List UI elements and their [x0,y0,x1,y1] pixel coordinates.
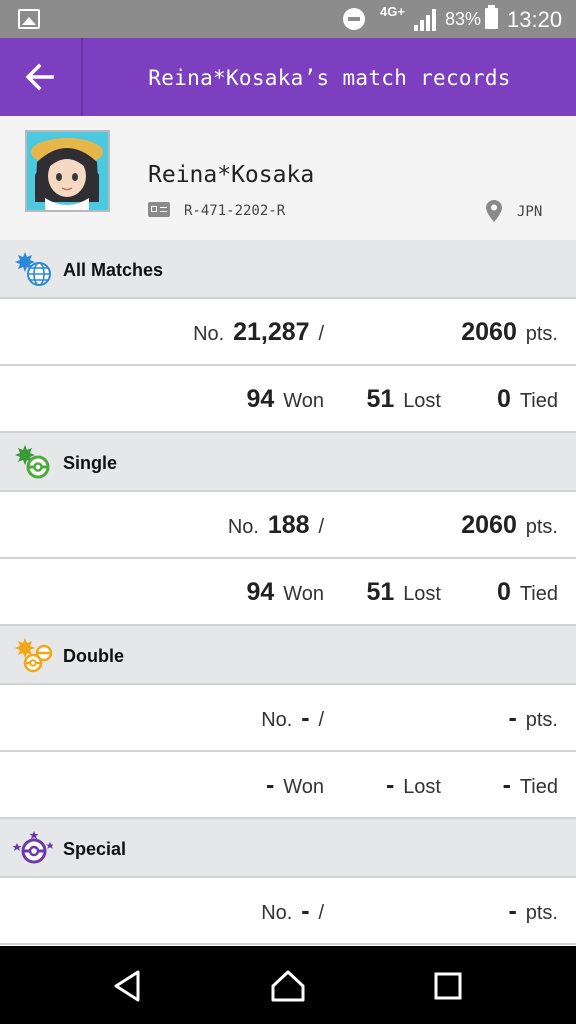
points-cell: - pts. [508,704,558,732]
points-cell: 2060 pts. [461,318,558,346]
won-cell: 94 Won [246,578,324,606]
won-cell: - Won [266,771,324,799]
points-cell: 2060 pts. [461,511,558,539]
rank-row: No. 188 / 2060 pts. [0,492,576,559]
won-value: 94 [246,578,275,606]
points-cell: - pts. [508,897,558,925]
section-special: Special [0,819,576,878]
nav-recents-icon[interactable] [428,966,468,1006]
rank-value: - [301,897,310,925]
signal-icon [414,9,436,31]
title-bar: Reina*Kosaka’s match records [0,38,576,116]
points-value: 2060 [461,511,517,539]
lost-value: 51 [366,385,395,413]
arrow-left-icon [25,63,54,91]
tied-value: 0 [497,385,511,413]
tied-cell: - Tied [502,771,558,799]
rank-value: 21,287 [233,318,310,346]
points-value: - [508,704,517,732]
rank-row: No. - / - pts. [0,878,576,945]
section-double: Double [0,626,576,685]
do-not-disturb-icon [343,8,365,30]
tied-value: 0 [497,578,511,606]
region: JPN [517,204,543,220]
double-battle-icon [15,638,53,673]
rank-cell: No. - / [261,704,324,732]
lost-cell: 51 Lost [366,385,441,413]
won-value: - [266,771,275,799]
match-records-list: All Matches No. 21,287 / 2060 pts. 94 Wo… [0,240,576,945]
section-title: Double [63,646,124,666]
player-name: Reina*Kosaka [148,162,315,188]
rank-cell: No. - / [261,897,324,925]
id-card-icon [148,202,170,217]
results-row: 94 Won 51 Lost 0 Tied [0,559,576,626]
results-row: - Won - Lost - Tied [0,752,576,819]
tied-cell: 0 Tied [497,578,558,606]
single-battle-icon [15,445,50,479]
back-button[interactable] [0,38,80,116]
avatar [25,130,110,212]
rank-row: No. - / - pts. [0,685,576,752]
location-pin-icon [486,200,502,222]
globe-battle-icon [15,252,51,286]
status-bar: 4G+ 83% 13:20 [0,0,576,38]
player-id: R-471-2202-R [184,203,286,219]
battery-percent: 83% [445,9,482,29]
section-title: All Matches [63,260,164,280]
page-title: Reina*Kosaka’s match records [148,66,511,90]
points-value: 2060 [461,318,517,346]
tied-value: - [502,771,511,799]
clock: 13:20 [507,7,563,32]
results-row: 94 Won 51 Lost 0 Tied [0,366,576,433]
profile-card: Reina*Kosaka R-471-2202-R JPN [0,116,576,242]
lost-value: 51 [366,578,395,606]
lost-value: - [385,771,395,799]
rank-cell: No. 21,287 / [193,318,324,346]
section-all-matches: All Matches [0,240,576,299]
lost-cell: 51 Lost [366,578,441,606]
section-single: Single [0,433,576,492]
navigation-bar [0,946,576,1024]
network-type: 4G+ [380,4,405,19]
lost-cell: - Lost [385,771,441,799]
rank-value: 188 [267,511,310,539]
won-cell: 94 Won [246,385,324,413]
special-battle-icon [13,831,53,864]
rank-cell: No. 188 / [227,511,324,539]
won-value: 94 [246,385,275,413]
battery-icon [485,5,498,29]
tied-cell: 0 Tied [497,385,558,413]
gallery-notification-icon [18,9,40,29]
section-title: Single [63,453,118,473]
nav-back-icon[interactable] [108,966,148,1006]
nav-home-icon[interactable] [268,966,308,1006]
rank-value: - [301,704,310,732]
section-title: Special [63,839,127,859]
rank-row: No. 21,287 / 2060 pts. [0,299,576,366]
points-value: - [508,897,517,925]
